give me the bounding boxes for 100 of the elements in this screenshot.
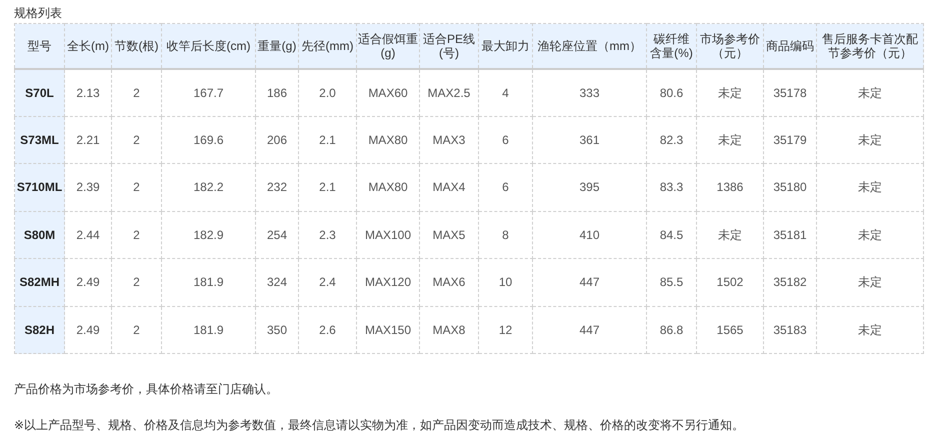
column-header: 适合PE线(号) [420,24,478,68]
table-cell: 2.3 [298,211,356,258]
row-header: S73ML [14,116,64,164]
table-cell: 未定 [696,211,764,258]
table-cell: MAX80 [356,116,420,164]
table-cell: 35180 [764,164,816,211]
table-cell: 未定 [696,68,764,116]
table-cell: 410 [532,211,646,258]
table-cell: 186 [256,68,298,116]
column-header: 适合假饵重(g) [356,24,420,68]
column-header: 渔轮座位置（mm） [532,24,646,68]
column-header: 重量(g) [256,24,298,68]
table-cell: 6 [478,164,532,211]
row-header: S710ML [14,164,64,211]
table-cell: 35179 [764,116,816,164]
row-header: S80M [14,211,64,258]
column-header: 最大卸力 [478,24,532,68]
table-cell: 4 [478,68,532,116]
column-header: 售后服务卡首次配节参考价（元） [816,24,924,68]
table-cell: MAX8 [420,306,478,354]
table-cell: 未定 [816,306,924,354]
column-header: 节数(根) [112,24,162,68]
table-cell: 333 [532,68,646,116]
table-cell: 未定 [816,258,924,306]
table-cell: 324 [256,258,298,306]
table-cell: 182.9 [162,211,256,258]
table-cell: 85.5 [646,258,696,306]
table-cell: 12 [478,306,532,354]
table-cell: 2 [112,116,162,164]
table-cell: 2.39 [64,164,112,211]
table-cell: 2 [112,258,162,306]
table-cell: 2.49 [64,306,112,354]
table-cell: MAX80 [356,164,420,211]
table-cell: 2 [112,164,162,211]
table-cell: 2.6 [298,306,356,354]
table-cell: 未定 [816,116,924,164]
table-cell: 361 [532,116,646,164]
table-cell: MAX4 [420,164,478,211]
table-cell: 2 [112,68,162,116]
table-cell: 395 [532,164,646,211]
table-cell: 2.13 [64,68,112,116]
table-cell: 1565 [696,306,764,354]
row-header: S82H [14,306,64,354]
table-cell: 84.5 [646,211,696,258]
column-header: 市场参考价（元） [696,24,764,68]
column-header: 型号 [14,24,64,68]
table-cell: 6 [478,116,532,164]
table-cell: 254 [256,211,298,258]
table-cell: 35181 [764,211,816,258]
table-cell: 2.0 [298,68,356,116]
table-cell: 169.6 [162,116,256,164]
table-cell: 206 [256,116,298,164]
table-cell: 2.21 [64,116,112,164]
table-cell: 447 [532,306,646,354]
table-cell: MAX150 [356,306,420,354]
table-cell: 83.3 [646,164,696,211]
table-cell: 2 [112,306,162,354]
table-cell: 350 [256,306,298,354]
note-text: ※以上产品型号、规格、价格及信息均为参考数值，最终信息请以实物为准，如产品因变动而造成技术、规格、价格的改变将不另行通知。 [14,417,746,434]
table-cell: MAX100 [356,211,420,258]
table-cell: 447 [532,258,646,306]
table-cell: 182.2 [162,164,256,211]
table-cell: 35183 [764,306,816,354]
table-cell: 86.8 [646,306,696,354]
table-cell: 未定 [816,164,924,211]
column-header: 碳纤维含量(%) [646,24,696,68]
table-cell: MAX60 [356,68,420,116]
column-header: 商品编码 [764,24,816,68]
table-cell: 2.4 [298,258,356,306]
table-cell: 1502 [696,258,764,306]
table-cell: MAX6 [420,258,478,306]
table-cell: 35178 [764,68,816,116]
table-cell: 未定 [816,211,924,258]
row-header: S82MH [14,258,64,306]
table-cell: 232 [256,164,298,211]
column-header: 全长(m) [64,24,112,68]
table-cell: 2.1 [298,164,356,211]
table-cell: 82.3 [646,116,696,164]
column-header: 收竿后长度(cm) [162,24,256,68]
table-cell: MAX2.5 [420,68,478,116]
table-cell: 2 [112,211,162,258]
table-cell: 181.9 [162,258,256,306]
table-cell: MAX120 [356,258,420,306]
column-header: 先径(mm) [298,24,356,68]
table-cell: 167.7 [162,68,256,116]
table-cell: 2.49 [64,258,112,306]
table-cell: 181.9 [162,306,256,354]
table-cell: 35182 [764,258,816,306]
note-text: 产品价格为市场参考价，具体价格请至门店确认。 [14,381,279,398]
table-cell: 1386 [696,164,764,211]
table-cell: MAX3 [420,116,478,164]
table-cell: 8 [478,211,532,258]
table-cell: 10 [478,258,532,306]
table-cell: 80.6 [646,68,696,116]
row-header: S70L [14,68,64,116]
table-cell: 未定 [696,116,764,164]
table-cell: 未定 [816,68,924,116]
table-title: 规格列表 [14,5,63,22]
table-cell: 2.44 [64,211,112,258]
table-cell: MAX5 [420,211,478,258]
